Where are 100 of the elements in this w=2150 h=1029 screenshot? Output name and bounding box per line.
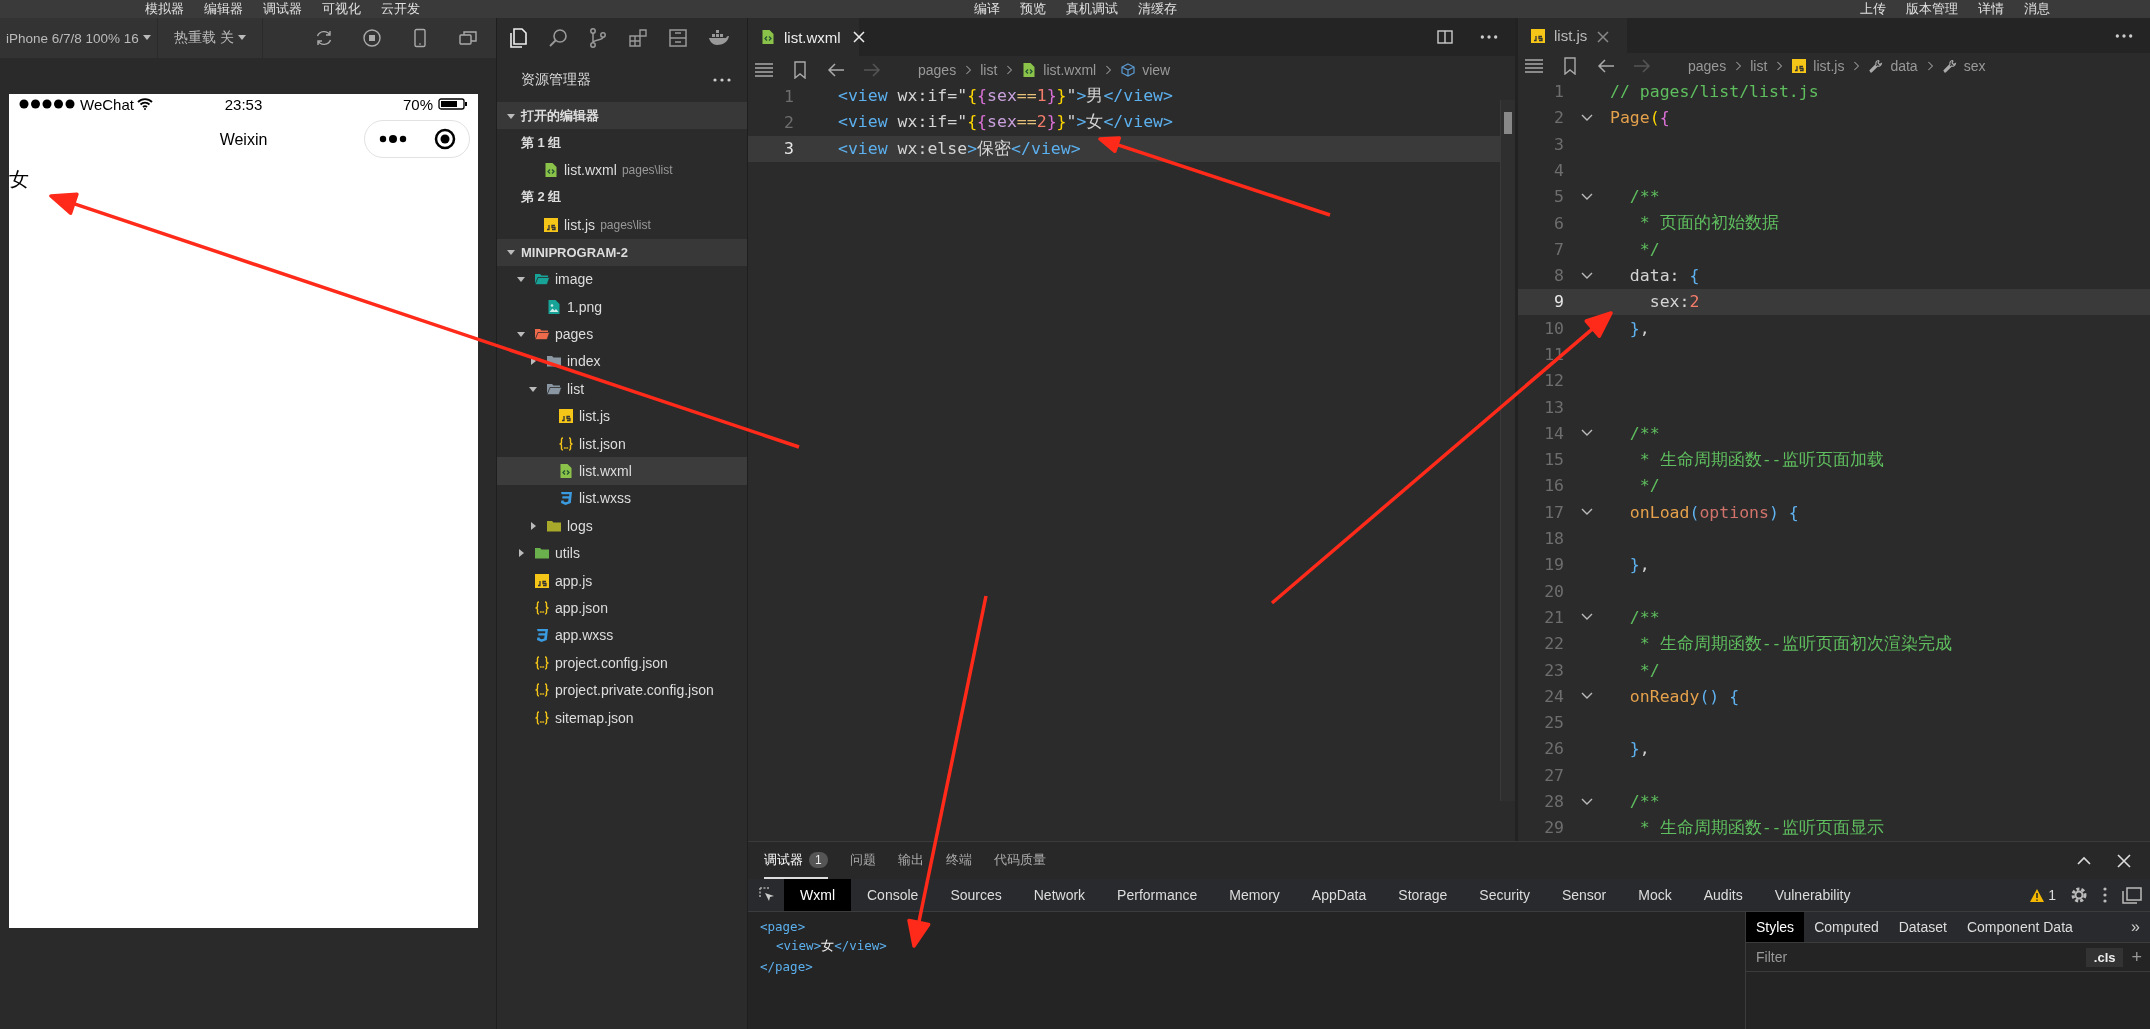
expanded-caret-icon[interactable] bbox=[517, 275, 525, 284]
list-icon[interactable] bbox=[1524, 56, 1544, 75]
expanded-caret-icon[interactable] bbox=[517, 330, 525, 339]
breadcrumb-item[interactable]: list.js bbox=[1791, 57, 1845, 74]
file-tree-item[interactable]: list.wxss bbox=[497, 484, 747, 513]
toolbar-item[interactable]: 编译 bbox=[973, 0, 1000, 18]
toolbar-item[interactable]: 消息 bbox=[2024, 0, 2050, 18]
more-icon[interactable] bbox=[2102, 886, 2108, 904]
devtools-tab[interactable]: Audits bbox=[1687, 879, 1759, 911]
devtools-tab[interactable]: Network bbox=[1017, 879, 1102, 911]
list-icon[interactable] bbox=[754, 60, 774, 79]
file-tree-item[interactable]: list.js bbox=[497, 402, 747, 430]
section-header[interactable]: MINIPROGRAM-2 bbox=[497, 238, 747, 266]
file-tree-item[interactable]: app.json bbox=[497, 594, 747, 622]
editor-tab[interactable]: list.wxml bbox=[748, 18, 859, 56]
breadcrumb-item[interactable]: list.wxml bbox=[1021, 61, 1097, 78]
toolbar-item[interactable]: 版本管理 bbox=[1906, 0, 1958, 18]
styles-tab[interactable]: Component Data bbox=[1956, 912, 2083, 942]
menu-item[interactable]: 编辑器 bbox=[204, 0, 243, 18]
breadcrumb-item[interactable]: pages bbox=[1688, 57, 1727, 74]
back-arrow-icon[interactable] bbox=[1596, 56, 1616, 75]
back-arrow-icon[interactable] bbox=[826, 60, 846, 79]
devtools-tab[interactable]: Memory bbox=[1213, 879, 1296, 911]
open-editor-item[interactable]: list.js pages\list bbox=[497, 211, 747, 239]
file-tree-item[interactable]: app.wxss bbox=[497, 621, 747, 650]
styles-tab[interactable]: Dataset bbox=[1888, 912, 1957, 942]
cls-toggle[interactable]: .cls bbox=[2085, 947, 2124, 967]
panel-tab[interactable]: 代码质量 bbox=[993, 842, 1046, 879]
settings-icon[interactable] bbox=[2070, 886, 2088, 904]
expanded-caret-icon[interactable] bbox=[507, 111, 515, 120]
dock-icon[interactable] bbox=[2122, 886, 2142, 904]
file-tree-item[interactable]: list bbox=[497, 375, 747, 403]
devtools-tab[interactable]: Sensor bbox=[1545, 879, 1623, 911]
filter-field[interactable]: Filter bbox=[1754, 948, 2078, 966]
storage-icon[interactable] bbox=[667, 27, 689, 49]
file-tree-item[interactable]: project.private.config.json bbox=[497, 676, 747, 704]
file-tree-item[interactable]: app.js bbox=[497, 566, 747, 595]
menu-item[interactable]: 模拟器 bbox=[145, 0, 184, 18]
fold-chevron-icon[interactable] bbox=[1581, 429, 1593, 438]
styles-tab[interactable]: Styles bbox=[1746, 912, 1805, 942]
file-tree-item[interactable]: project.config.json bbox=[497, 649, 747, 677]
toolbar-item[interactable]: 预览 bbox=[1019, 0, 1046, 18]
panel-tab[interactable]: 终端 bbox=[945, 842, 972, 879]
breadcrumb-item[interactable]: sex bbox=[1941, 57, 1986, 74]
file-tree-item[interactable]: image bbox=[497, 265, 747, 293]
panel-tab[interactable]: 问题 bbox=[849, 842, 876, 879]
styles-tab[interactable]: Computed bbox=[1804, 912, 1889, 942]
devtools-tab[interactable]: Performance bbox=[1101, 879, 1214, 911]
menu-item[interactable]: 可视化 bbox=[322, 0, 361, 18]
devtools-tab[interactable]: Wxml bbox=[784, 879, 851, 911]
devtools-tab[interactable]: Security bbox=[1463, 879, 1546, 911]
target-icon[interactable] bbox=[433, 128, 456, 150]
branch-icon[interactable] bbox=[587, 27, 609, 49]
devtools-tab[interactable]: Storage bbox=[1382, 879, 1464, 911]
devtools-tab[interactable]: Sources bbox=[934, 879, 1018, 911]
fold-chevron-icon[interactable] bbox=[1581, 508, 1593, 517]
hot-reload-select[interactable]: 热重载 关 bbox=[157, 18, 263, 58]
fold-chevron-icon[interactable] bbox=[1581, 613, 1593, 622]
fold-chevron-icon[interactable] bbox=[1581, 113, 1593, 122]
fold-chevron-icon[interactable] bbox=[1581, 271, 1593, 280]
file-tree-item[interactable]: sitemap.json bbox=[497, 703, 747, 732]
search-icon[interactable] bbox=[547, 27, 569, 49]
scrollbar[interactable] bbox=[1500, 100, 1515, 801]
devtools-tab[interactable]: Console bbox=[851, 879, 935, 911]
breadcrumb-item[interactable]: list bbox=[980, 61, 998, 78]
file-tree-item[interactable]: logs bbox=[497, 512, 747, 540]
windows-icon[interactable] bbox=[458, 28, 478, 48]
breadcrumb-item[interactable]: pages bbox=[918, 61, 957, 78]
warning-count[interactable]: 1 bbox=[2030, 887, 2070, 903]
more-icon[interactable] bbox=[378, 134, 407, 144]
wxml-node[interactable]: <view>女</view> bbox=[776, 937, 887, 955]
menu-item[interactable]: 调试器 bbox=[263, 0, 302, 18]
collapsed-caret-icon[interactable] bbox=[517, 549, 525, 558]
fold-chevron-icon[interactable] bbox=[1581, 192, 1593, 201]
files-icon[interactable] bbox=[507, 27, 529, 49]
wxml-tag[interactable]: <page> bbox=[760, 918, 806, 934]
editor-tab[interactable]: list.js bbox=[1518, 18, 1628, 54]
stop-icon[interactable] bbox=[362, 28, 382, 48]
devtools-tab[interactable]: AppData bbox=[1295, 879, 1383, 911]
breadcrumb-item[interactable]: list bbox=[1750, 57, 1768, 74]
breadcrumb-item[interactable]: view bbox=[1120, 61, 1171, 78]
fold-chevron-icon[interactable] bbox=[1581, 797, 1593, 806]
expanded-caret-icon[interactable] bbox=[529, 384, 537, 393]
add-rule[interactable]: + bbox=[2131, 946, 2142, 968]
refresh-icon[interactable] bbox=[314, 28, 334, 48]
device-select[interactable]: iPhone 6/7/8 100% 16 bbox=[0, 18, 158, 58]
more-tabs[interactable]: » bbox=[2131, 918, 2150, 936]
collapsed-caret-icon[interactable] bbox=[529, 521, 537, 530]
breadcrumb-item[interactable]: data bbox=[1868, 57, 1918, 74]
devtools-tab[interactable]: Mock bbox=[1622, 879, 1688, 911]
file-tree-item[interactable]: pages bbox=[497, 320, 747, 348]
toolbar-item[interactable]: 清缓存 bbox=[1137, 0, 1177, 18]
toolbar-item[interactable]: 详情 bbox=[1978, 0, 2004, 18]
devtools-tab[interactable]: Vulnerability bbox=[1758, 879, 1867, 911]
split-editor-icon[interactable] bbox=[1435, 28, 1455, 46]
file-tree-item[interactable]: utils bbox=[497, 539, 747, 567]
more-icon[interactable] bbox=[713, 78, 731, 82]
expanded-caret-icon[interactable] bbox=[507, 248, 515, 257]
toolbar-item[interactable]: 真机调试 bbox=[1065, 0, 1118, 18]
toolbar-item[interactable]: 上传 bbox=[1860, 0, 1886, 18]
